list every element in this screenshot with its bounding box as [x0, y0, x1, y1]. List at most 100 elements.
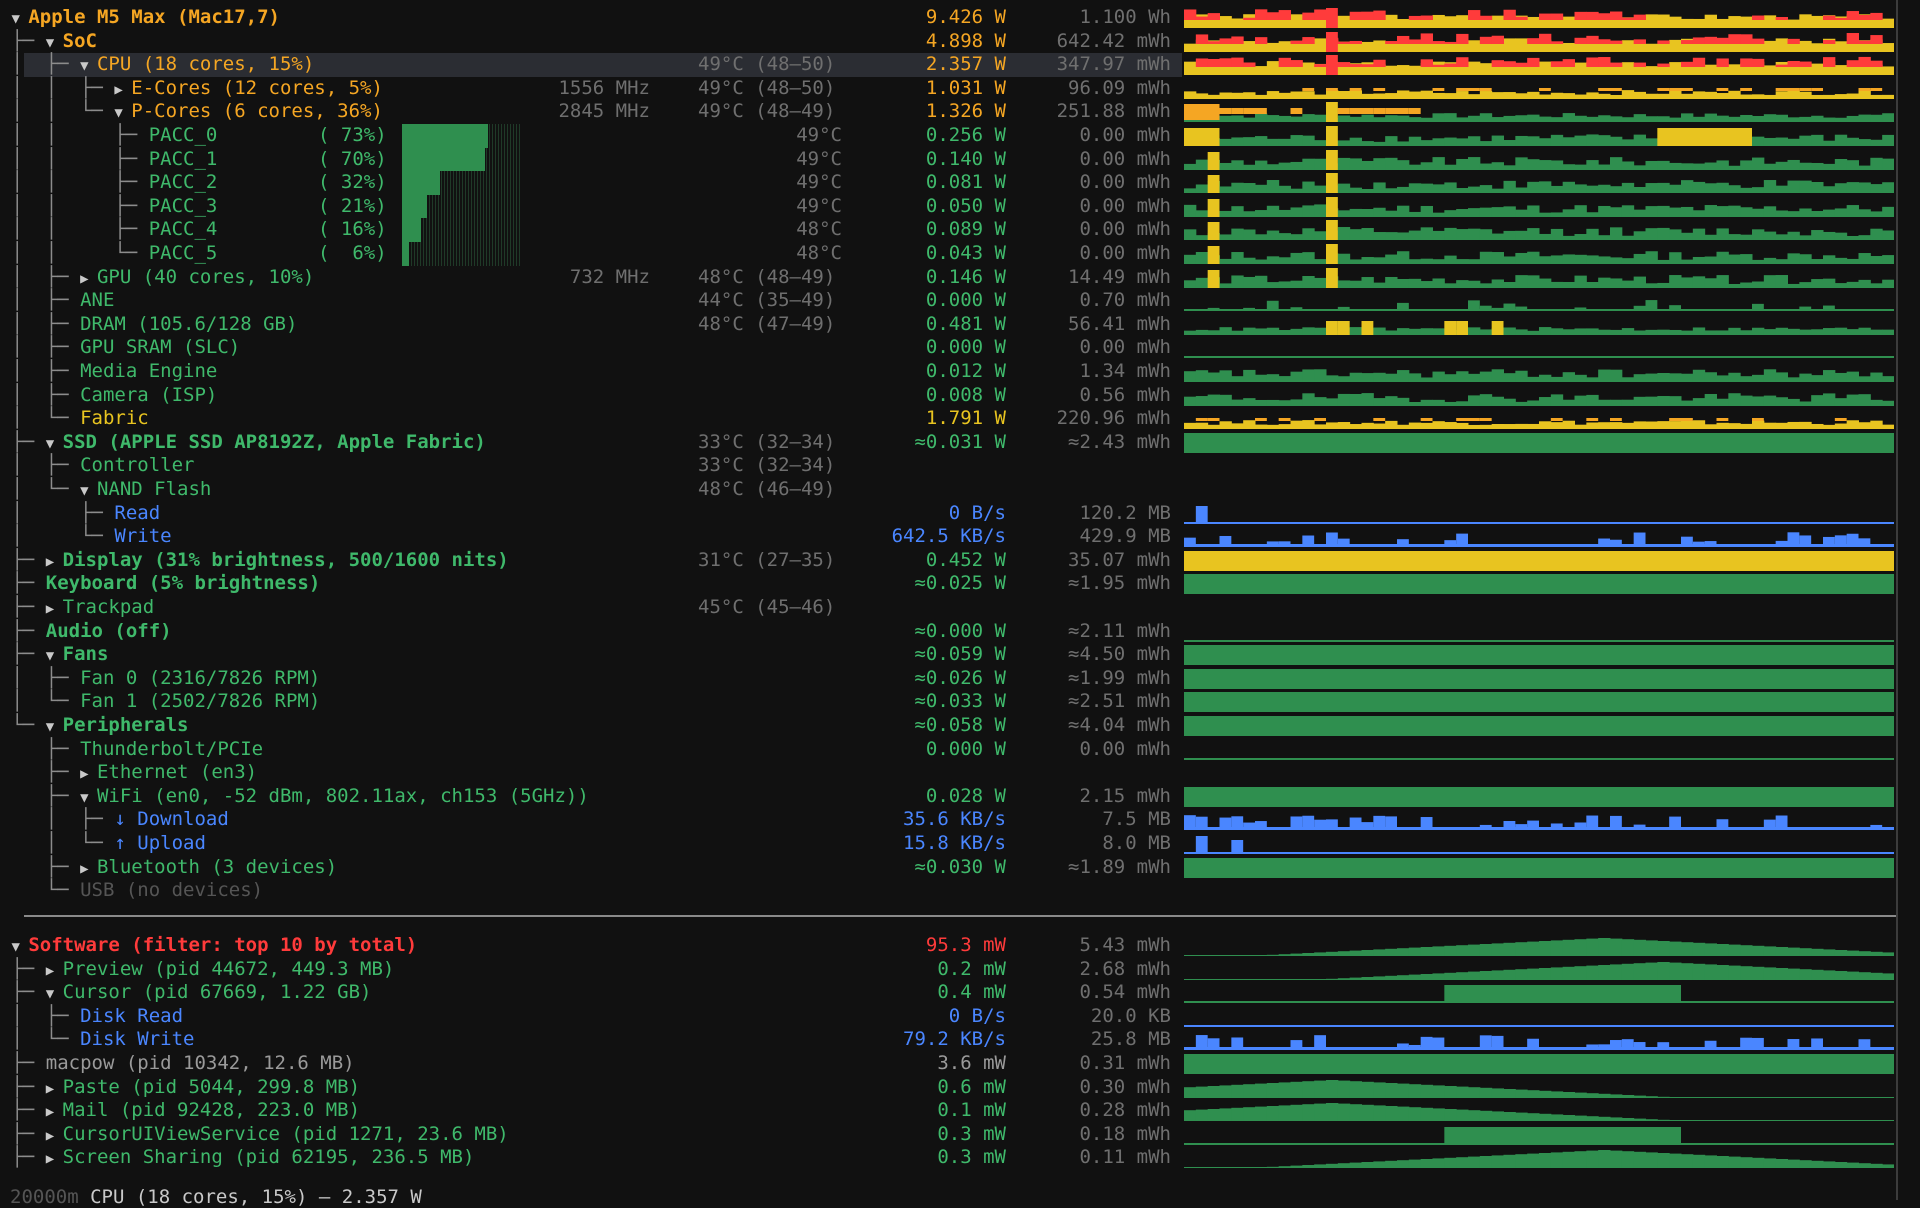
power-value: ≈0.030 W [914, 855, 1006, 878]
tree-row[interactable]: ▼ Software (filter: top 10 by total) 95.3… [0, 934, 1920, 958]
tree-row[interactable]: │ ├─ ↓ Download 35.6 KB/s 7.5 MB [0, 808, 1920, 832]
tree-row[interactable]: │ ├─ GPU SRAM (SLC) 0.000 W 0.00 mWh [0, 336, 1920, 360]
energy-total: 0.54 mWh [1079, 981, 1171, 1004]
tree-row[interactable]: ├─ Keyboard (5% brightness) ≈0.025 W ≈1.95… [0, 572, 1920, 596]
sparkline-graph [1184, 836, 1894, 854]
tree-row[interactable]: ├─ ▶ Paste (pid 5044, 299.8 MB) 0.6 mW 0.3… [0, 1076, 1920, 1100]
expand-down-icon[interactable]: ▼ [46, 719, 63, 735]
tree-row[interactable]: ├─ ▶ Trackpad 45°C (45–46) [0, 596, 1920, 620]
tree-row[interactable]: │ │ ├─ PACC_3( 21%) 49°C 0.050 W 0.00 mWh [0, 195, 1920, 219]
tree-connector: │ ├─ [0, 312, 81, 335]
tree-row[interactable]: ├─ ▶ Ethernet (en3) [0, 761, 1920, 785]
collapse-right-icon[interactable]: ▶ [80, 766, 97, 782]
tree-row[interactable]: ├─ Audio (off) ≈0.000 W ≈2.11 mWh [0, 620, 1920, 644]
tree-row[interactable]: ├─ ▼ SoC 4.898 W 642.42 mWh [0, 30, 1920, 54]
row-label: ├─ ▼ Fans [0, 643, 108, 669]
energy-total: ≈4.50 mWh [1068, 643, 1171, 666]
row-label: ├─ ▶ Ethernet (en3) [0, 761, 257, 787]
tree-row[interactable]: ├─ ▶ Screen Sharing (pid 62195, 236.5 MB… [0, 1146, 1920, 1170]
expand-down-icon[interactable]: ▼ [80, 483, 97, 499]
tree-row[interactable]: │ │ ├─ PACC_0( 73%) 49°C 0.256 W 0.00 mWh [0, 124, 1920, 148]
tree-row[interactable]: │ ├─ ▶ GPU (40 cores, 10%) 732 MHz 48°C (4… [0, 266, 1920, 290]
tree-connector: │ ├─ [0, 336, 81, 359]
power-value: 0.146 W [925, 265, 1006, 288]
collapse-right-icon[interactable]: ▶ [46, 601, 63, 617]
expand-down-icon[interactable]: ▼ [114, 105, 131, 121]
tree-row[interactable]: │ └─ Fabric 1.791 W 220.96 mWh [0, 407, 1920, 431]
tree-row[interactable]: │ ├─ Fan 0 (2316/7826 RPM) ≈0.026 W ≈1.99 … [0, 667, 1920, 691]
tree-row[interactable]: │ ├─ Camera (ISP) 0.008 W 0.56 mWh [0, 384, 1920, 408]
tree-row[interactable]: │ └─ Write 642.5 KB/s 429.9 MB [0, 525, 1920, 549]
tree-row[interactable]: ├─ ▶ Preview (pid 44672, 449.3 MB) 0.2 mW… [0, 958, 1920, 982]
tree-row[interactable]: │ ├─ ▼ CPU (18 cores, 15%) 49°C (48–50) 2.… [0, 53, 1920, 77]
collapse-right-icon[interactable]: ▶ [46, 963, 63, 979]
collapse-right-icon[interactable]: ▶ [80, 861, 97, 877]
tree-row[interactable]: ├─ ▶ Display (31% brightness, 500/1600 n… [0, 549, 1920, 573]
expand-down-icon[interactable]: ▼ [46, 35, 63, 51]
tree-row[interactable]: └─ USB (no devices) [0, 879, 1920, 903]
row-name: Camera (ISP) [80, 383, 218, 406]
tree-row[interactable]: │ │ └─ ▼ P-Cores (6 cores, 36%) 2845 MHz 4… [0, 100, 1920, 124]
tree-row[interactable]: ├─ Thunderbolt/PCIe 0.000 W 0.00 mWh [0, 738, 1920, 762]
row-label: ├─ ▶ Trackpad [0, 596, 154, 622]
tree-row[interactable]: ├─ ▶ CursorUIViewService (pid 1271, 23.6… [0, 1123, 1920, 1147]
row-label: │ └─ Write [0, 525, 171, 549]
tree-row[interactable]: │ │ ├─ PACC_4( 16%) 48°C 0.089 W 0.00 mWh [0, 218, 1920, 242]
tree-row[interactable]: │ ├─ Media Engine 0.012 W 1.34 mWh [0, 360, 1920, 384]
tree-row[interactable]: │ └─ ▼ NAND Flash 48°C (46–49) [0, 478, 1920, 502]
tree-row[interactable]: │ ├─ Disk Read 0 B/s 20.0 KB [0, 1005, 1920, 1029]
tree-row[interactable]: │ │ ├─ PACC_2( 32%) 49°C 0.081 W 0.00 mWh [0, 171, 1920, 195]
expand-down-icon[interactable]: ▼ [46, 986, 63, 1002]
row-name: Bluetooth (3 devices) [96, 855, 338, 878]
tree-connector: ├─ [0, 1122, 46, 1145]
tree-row[interactable]: │ │ ├─ PACC_1( 70%) 49°C 0.140 W 0.00 mWh [0, 148, 1920, 172]
expand-down-icon[interactable]: ▼ [11, 11, 28, 27]
tree-row[interactable]: ▼ Apple M5 Max (Mac17,7) 9.426 W 1.100 Wh [0, 6, 1920, 30]
row-name: Software (filter: top 10 by total) [28, 934, 418, 956]
tree-row[interactable]: └─ ▼ Peripherals ≈0.058 W ≈4.04 mWh [0, 714, 1920, 738]
expand-down-icon[interactable]: ▼ [80, 790, 97, 806]
collapse-right-icon[interactable]: ▶ [46, 1104, 63, 1120]
collapse-right-icon[interactable]: ▶ [46, 1081, 63, 1097]
tree-row[interactable]: │ │ ├─ ▶ E-Cores (12 cores, 5%) 1556 MHz 4… [0, 77, 1920, 101]
collapse-right-icon[interactable]: ▶ [46, 1128, 63, 1144]
tree-row[interactable]: │ ├─ Controller 33°C (32–34) [0, 454, 1920, 478]
tree-row[interactable]: │ ├─ Read 0 B/s 120.2 MB [0, 502, 1920, 526]
expand-down-icon[interactable]: ▼ [46, 648, 63, 664]
row-label: │ ├─ ↓ Download [0, 808, 229, 832]
section-divider [24, 915, 1896, 917]
expand-down-icon[interactable]: ▼ [11, 939, 28, 955]
collapse-right-icon[interactable]: ▶ [46, 554, 63, 570]
power-value: 0.000 W [925, 336, 1006, 359]
temperature: 33°C (32–34) [698, 454, 836, 477]
tree-row[interactable]: │ │ └─ PACC_5( 6%) 48°C 0.043 W 0.00 mWh [0, 242, 1920, 266]
tree-row[interactable]: │ ├─ DRAM (105.6/128 GB) 48°C (47–49) 0.48… [0, 313, 1920, 337]
sparkline-graph [1184, 8, 1894, 28]
tree-connector: ├─ [0, 619, 46, 642]
row-label: │ ├─ Controller [0, 454, 194, 478]
tree-row[interactable]: │ └─ Disk Write 79.2 KB/s 25.8 MB [0, 1028, 1920, 1052]
tree-row[interactable]: ├─ ▼ Cursor (pid 67669, 1.22 GB) 0.4 mW 0.… [0, 981, 1920, 1005]
tree-row[interactable]: │ └─ Fan 1 (2502/7826 RPM) ≈0.033 W ≈2.51 … [0, 690, 1920, 714]
tree-row[interactable]: ├─ ▼ SSD (APPLE SSD AP8192Z, Apple Fabri… [0, 431, 1920, 455]
tree-connector: ├─ [0, 29, 46, 52]
tree-row[interactable]: ├─ ▼ Fans ≈0.059 W ≈4.50 mWh [0, 643, 1920, 667]
tree-row[interactable]: ├─ ▼ WiFi (en0, -52 dBm, 802.11ax, ch153… [0, 785, 1920, 809]
tree-row[interactable]: ├─ macpow (pid 10342, 12.6 MB) 3.6 mW 0.31… [0, 1052, 1920, 1076]
energy-total: 347.97 mWh [1056, 53, 1171, 76]
sparkline-graph [1184, 149, 1894, 170]
collapse-right-icon[interactable]: ▶ [114, 82, 131, 98]
power-value: 0.043 W [925, 242, 1006, 264]
tree-row[interactable]: ├─ ▶ Mail (pid 92428, 223.0 MB) 0.1 mW 0.2… [0, 1099, 1920, 1123]
tree-row[interactable]: │ └─ ↑ Upload 15.8 KB/s 8.0 MB [0, 832, 1920, 856]
row-label: │ ├─ Fan 0 (2316/7826 RPM) [0, 667, 320, 691]
expand-down-icon[interactable]: ▼ [46, 436, 63, 452]
sparkline-graph [1184, 574, 1894, 595]
collapse-right-icon[interactable]: ▶ [46, 1151, 63, 1167]
sparkline-graph [1184, 1035, 1894, 1051]
power-value: 0 B/s [948, 501, 1006, 524]
expand-down-icon[interactable]: ▼ [80, 58, 97, 74]
collapse-right-icon[interactable]: ▶ [80, 271, 97, 287]
tree-row[interactable]: │ ├─ ANE 44°C (35–49) 0.000 W 0.70 mWh [0, 289, 1920, 313]
tree-row[interactable]: ├─ ▶ Bluetooth (3 devices) ≈0.030 W ≈1.89 … [0, 856, 1920, 880]
